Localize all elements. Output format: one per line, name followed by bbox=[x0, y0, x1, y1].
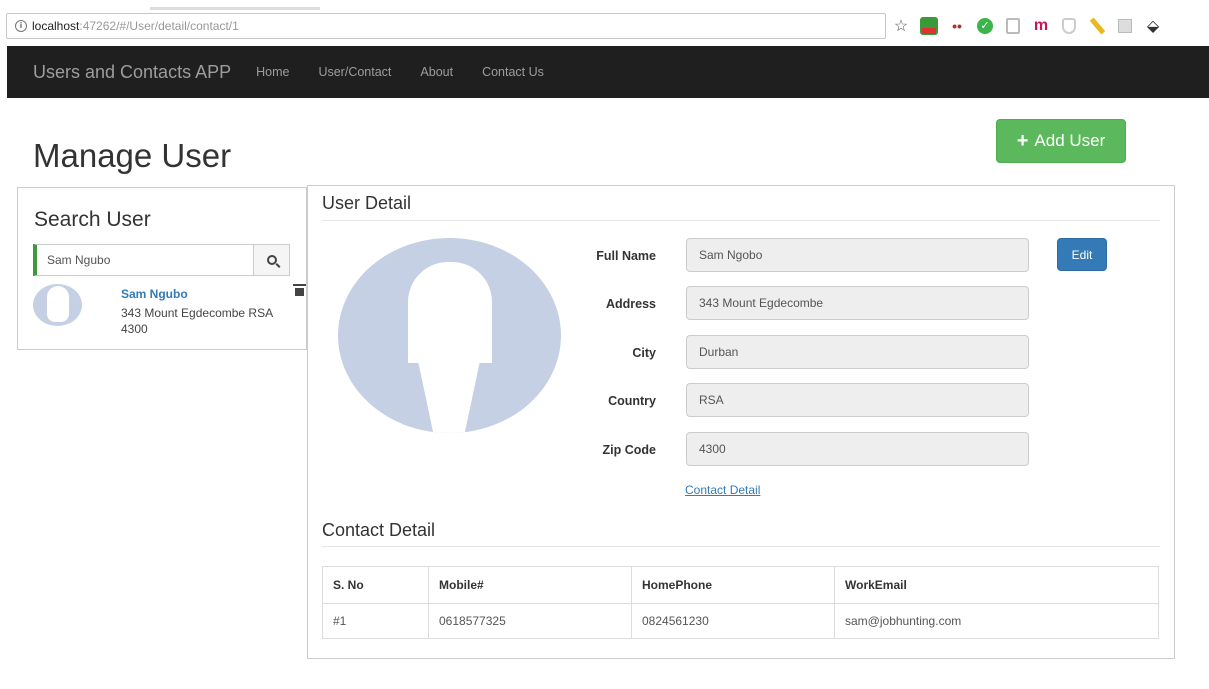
contact-detail-link[interactable]: Contact Detail bbox=[685, 483, 760, 497]
col-homephone: HomePhone bbox=[631, 566, 835, 604]
detail-panel: User Detail Full Name Sam Ngobo Address … bbox=[307, 185, 1175, 659]
url-path: :47262/#/User/detail/contact/1 bbox=[79, 19, 239, 33]
info-icon[interactable]: i bbox=[15, 20, 27, 32]
label-address: Address bbox=[605, 297, 656, 311]
plus-icon: + bbox=[1016, 130, 1029, 152]
cell-homephone: 0824561230 bbox=[631, 603, 835, 639]
result-name-link[interactable]: Sam Ngubo bbox=[121, 287, 188, 301]
search-icon bbox=[266, 255, 277, 265]
nav-link-home[interactable]: Home bbox=[256, 65, 289, 79]
active-tab-indicator[interactable] bbox=[150, 7, 320, 10]
extension-layers-icon[interactable]: ⬙ bbox=[1144, 17, 1162, 35]
table-header-row: S. No Mobile# HomePhone WorkEmail bbox=[322, 566, 1159, 604]
avatar bbox=[33, 284, 82, 326]
label-country: Country bbox=[608, 394, 656, 408]
trash-icon[interactable] bbox=[293, 284, 306, 296]
nav-link-contact-us[interactable]: Contact Us bbox=[482, 65, 544, 79]
nav-link-user-contact[interactable]: User/Contact bbox=[318, 65, 391, 79]
col-sno: S. No bbox=[322, 566, 429, 604]
edit-button[interactable]: Edit bbox=[1057, 238, 1107, 271]
field-zip-code: 4300 bbox=[686, 432, 1029, 466]
extension-grid-icon[interactable] bbox=[1116, 17, 1134, 35]
field-address: 343 Mount Egdecombe bbox=[686, 286, 1029, 320]
label-city: City bbox=[632, 346, 656, 360]
navbar-brand[interactable]: Users and Contacts APP bbox=[33, 62, 231, 83]
field-country: RSA bbox=[686, 383, 1029, 417]
col-mobile: Mobile# bbox=[428, 566, 632, 604]
add-user-button[interactable]: + Add User bbox=[996, 119, 1126, 163]
search-box bbox=[33, 244, 290, 276]
address-bar[interactable]: i localhost:47262/#/User/detail/contact/… bbox=[6, 13, 886, 39]
extension-shield-icon[interactable] bbox=[1060, 17, 1078, 35]
user-detail-heading: User Detail bbox=[322, 193, 412, 213]
divider bbox=[322, 220, 1160, 221]
result-address: 343 Mount Egdecombe RSA 4300 bbox=[121, 306, 273, 336]
search-button[interactable] bbox=[253, 245, 289, 275]
label-full-name: Full Name bbox=[596, 249, 656, 263]
contacts-table: S. No Mobile# HomePhone WorkEmail #1 061… bbox=[322, 566, 1159, 639]
cell-mobile: 0618577325 bbox=[428, 603, 632, 639]
extension-check-icon[interactable]: ✓ bbox=[976, 17, 994, 35]
extension-dots-icon[interactable]: •• bbox=[948, 17, 966, 35]
extension-pencil-icon[interactable] bbox=[1088, 17, 1106, 35]
extension-copy-icon[interactable] bbox=[1004, 17, 1022, 35]
search-heading: Search User bbox=[34, 208, 151, 231]
search-panel: Search User Sam Ngubo 343 Mount Egdecomb… bbox=[17, 187, 307, 350]
extension-m-icon[interactable]: m bbox=[1032, 17, 1050, 35]
label-zip-code: Zip Code bbox=[602, 443, 656, 457]
bookmark-star-icon[interactable]: ☆ bbox=[892, 17, 910, 35]
extension-lock-icon[interactable] bbox=[920, 17, 938, 35]
page-title: Manage User bbox=[33, 137, 232, 174]
contact-detail-heading: Contact Detail bbox=[322, 520, 436, 540]
cell-sno: #1 bbox=[322, 603, 429, 639]
url-host: localhost bbox=[32, 19, 80, 33]
app-navbar: Users and Contacts APP Home User/Contact… bbox=[7, 46, 1209, 98]
search-result-item[interactable]: Sam Ngubo 343 Mount Egdecombe RSA 4300 bbox=[33, 280, 306, 344]
field-city: Durban bbox=[686, 335, 1029, 369]
nav-link-about[interactable]: About bbox=[420, 65, 453, 79]
user-avatar bbox=[338, 238, 561, 433]
divider bbox=[322, 546, 1160, 547]
extensions-toolbar: ☆ •• ✓ m ⬙ bbox=[892, 15, 1162, 37]
add-user-label: Add User bbox=[1034, 131, 1106, 150]
table-row: #1 0618577325 0824561230 sam@jobhunting.… bbox=[322, 603, 1159, 639]
search-input[interactable] bbox=[37, 245, 253, 275]
cell-workemail: sam@jobhunting.com bbox=[834, 603, 1159, 639]
col-workemail: WorkEmail bbox=[834, 566, 1159, 604]
field-full-name: Sam Ngobo bbox=[686, 238, 1029, 272]
browser-tab-strip bbox=[0, 0, 1209, 10]
